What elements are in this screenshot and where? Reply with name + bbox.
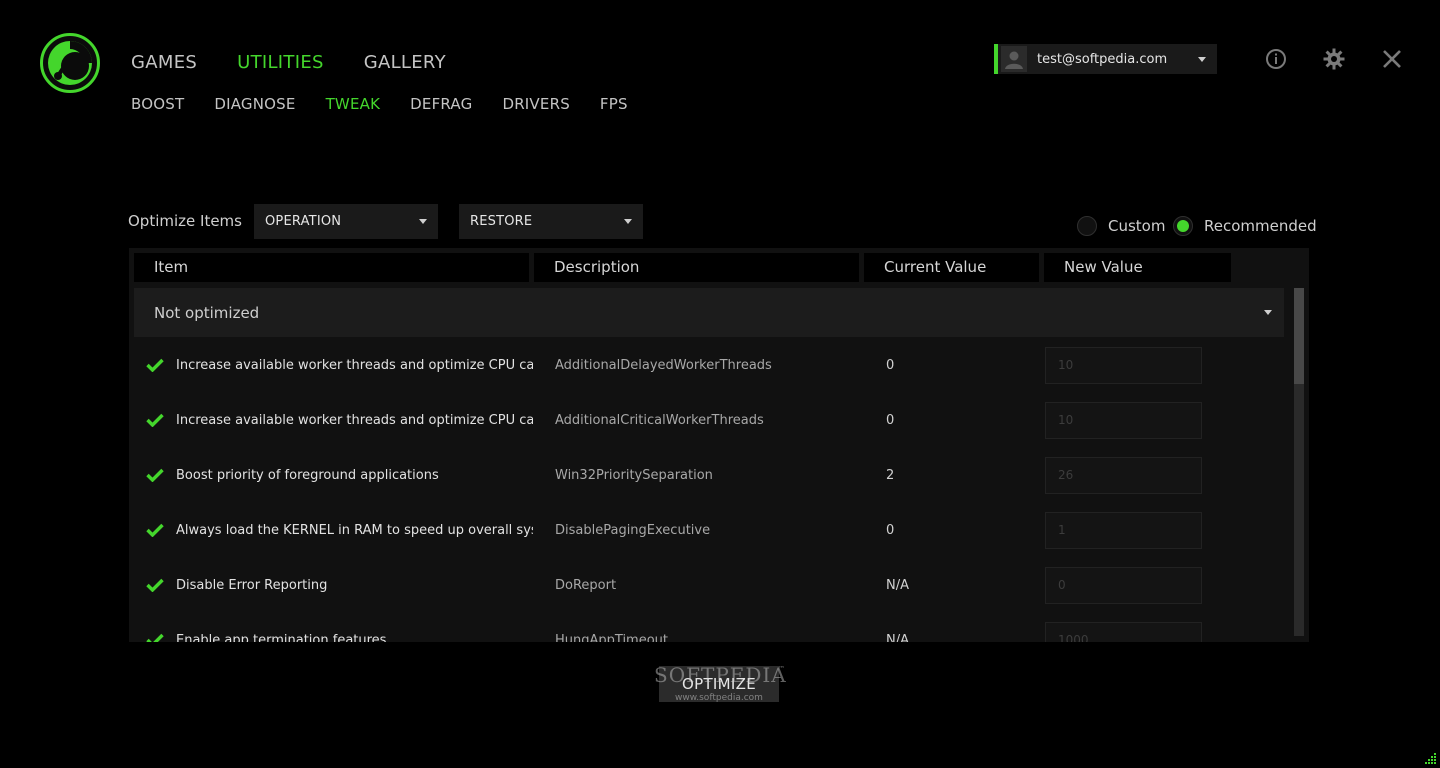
tab-drivers[interactable]: DRIVERS: [502, 95, 569, 113]
row-item: Enable app termination features: [176, 633, 387, 642]
tab-defrag[interactable]: DEFRAG: [410, 95, 472, 113]
row-description: HungAppTimeout: [555, 633, 669, 642]
row-item: Always load the KERNEL in RAM to speed u…: [176, 523, 533, 538]
cortex-logo-icon[interactable]: [39, 32, 101, 94]
table-row[interactable]: Increase available worker threads and op…: [129, 340, 1289, 395]
row-description: AdditionalDelayedWorkerThreads: [555, 358, 772, 373]
row-current-value: 0: [886, 358, 895, 373]
row-new-value-input[interactable]: 1000: [1045, 622, 1202, 642]
table-scrollbar[interactable]: [1294, 288, 1304, 636]
info-icon[interactable]: [1264, 47, 1288, 71]
operation-value: OPERATION: [265, 214, 342, 229]
user-icon: [1005, 51, 1023, 69]
recommended-option[interactable]: Recommended: [1173, 216, 1317, 236]
table-row[interactable]: Boost priority of foreground application…: [129, 450, 1289, 505]
table-row[interactable]: Disable Error Reporting DoReport N/A 0: [129, 560, 1289, 615]
row-description: AdditionalCriticalWorkerThreads: [555, 413, 764, 428]
chevron-down-icon: [624, 219, 632, 224]
resize-grip-icon[interactable]: [1425, 752, 1437, 764]
checkmark-icon[interactable]: [146, 633, 164, 642]
recommended-label: Recommended: [1204, 217, 1317, 235]
tab-fps[interactable]: FPS: [600, 95, 628, 113]
row-new-value-input[interactable]: 10: [1045, 402, 1202, 439]
nav-gallery[interactable]: GALLERY: [364, 52, 446, 73]
custom-label: Custom: [1108, 217, 1166, 235]
nav-games[interactable]: GAMES: [131, 52, 197, 73]
account-dropdown[interactable]: test@softpedia.com: [994, 44, 1217, 74]
row-description: DisablePagingExecutive: [555, 523, 711, 538]
watermark-tm: ™: [778, 665, 785, 673]
checkmark-icon[interactable]: [146, 523, 164, 537]
radio-selected-dot: [1177, 220, 1189, 232]
checkmark-icon[interactable]: [146, 468, 164, 482]
row-new-value-input[interactable]: 10: [1045, 347, 1202, 384]
table-row[interactable]: Always load the KERNEL in RAM to speed u…: [129, 505, 1289, 560]
optimize-button[interactable]: OPTIMIZE: [659, 666, 779, 702]
header-current-value[interactable]: Current Value: [864, 253, 1039, 282]
close-icon[interactable]: [1380, 47, 1404, 71]
header-new-value[interactable]: New Value: [1044, 253, 1231, 282]
checkmark-icon[interactable]: [146, 578, 164, 592]
row-current-value: N/A: [886, 633, 909, 642]
sub-nav: BOOST DIAGNOSE TWEAK DEFRAG DRIVERS FPS: [131, 95, 658, 113]
table-row[interactable]: Enable app termination features HungAppT…: [129, 615, 1289, 642]
row-item: Boost priority of foreground application…: [176, 468, 439, 483]
optimize-items-label: Optimize Items: [128, 212, 242, 230]
recommended-radio[interactable]: [1173, 216, 1193, 236]
tab-diagnose[interactable]: DIAGNOSE: [214, 95, 295, 113]
custom-radio[interactable]: [1077, 216, 1097, 236]
group-not-optimized[interactable]: Not optimized: [134, 288, 1284, 337]
table-body: Increase available worker threads and op…: [129, 340, 1289, 642]
tab-boost[interactable]: BOOST: [131, 95, 184, 113]
row-item: Disable Error Reporting: [176, 578, 328, 593]
chevron-down-icon: [1198, 56, 1206, 62]
operation-dropdown[interactable]: OPERATION: [254, 204, 438, 239]
tab-tweak[interactable]: TWEAK: [326, 95, 381, 113]
row-item: Increase available worker threads and op…: [176, 413, 533, 428]
checkmark-icon[interactable]: [146, 358, 164, 372]
chevron-down-icon: [419, 219, 427, 224]
row-current-value: 0: [886, 413, 895, 428]
tweak-table: Item Description Current Value New Value…: [129, 248, 1309, 642]
row-new-value-input[interactable]: 26: [1045, 457, 1202, 494]
header-description[interactable]: Description: [534, 253, 859, 282]
table-row[interactable]: Increase available worker threads and op…: [129, 395, 1289, 450]
row-item: Increase available worker threads and op…: [176, 358, 533, 373]
group-label: Not optimized: [154, 303, 260, 322]
row-description: DoReport: [555, 578, 617, 593]
custom-option[interactable]: Custom: [1077, 216, 1165, 236]
restore-dropdown[interactable]: RESTORE: [459, 204, 643, 239]
row-current-value: 2: [886, 468, 895, 483]
checkmark-icon[interactable]: [146, 413, 164, 427]
row-description: Win32PrioritySeparation: [555, 468, 713, 483]
chevron-down-icon: [1264, 310, 1272, 315]
scrollbar-thumb[interactable]: [1294, 288, 1304, 384]
row-current-value: 0: [886, 523, 895, 538]
restore-value: RESTORE: [470, 214, 533, 229]
row-new-value-input[interactable]: 1: [1045, 512, 1202, 549]
header-item[interactable]: Item: [134, 253, 529, 282]
row-current-value: N/A: [886, 578, 909, 593]
account-email: test@softpedia.com: [1037, 51, 1168, 67]
avatar: [1001, 46, 1027, 72]
gear-icon[interactable]: [1322, 47, 1346, 71]
app-window: GAMES UTILITIES GALLERY BOOST DIAGNOSE T…: [0, 0, 1440, 768]
row-new-value-input[interactable]: 0: [1045, 567, 1202, 604]
main-nav: GAMES UTILITIES GALLERY: [131, 52, 486, 73]
nav-utilities[interactable]: UTILITIES: [237, 52, 324, 73]
